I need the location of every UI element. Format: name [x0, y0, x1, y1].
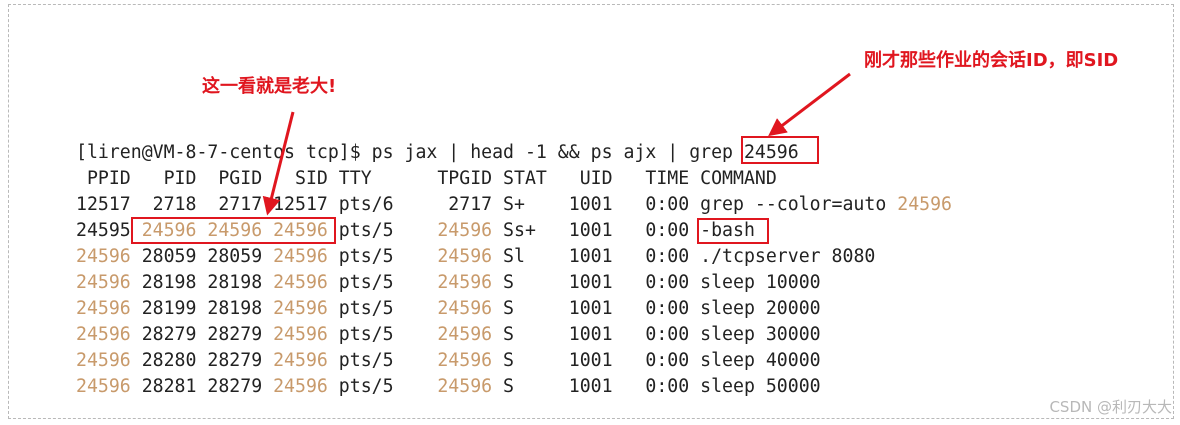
- row-text: 28059 28059: [130, 246, 274, 267]
- row-text: S 1001 0:00 sleep 50000: [492, 376, 821, 397]
- process-row: 24596 28059 28059 24596 pts/5 24596 Sl 1…: [76, 244, 875, 270]
- row-text: 28280 28279: [130, 350, 274, 371]
- highlighted-pid: 24596: [897, 194, 952, 215]
- highlighted-pid: 24596: [273, 324, 328, 345]
- command-prompt: [liren@VM-8-7-centos tcp]$ ps jax | head…: [76, 142, 744, 163]
- highlighted-pid: 24596: [273, 376, 328, 397]
- row-text: pts/5: [327, 350, 438, 371]
- process-row: 24596 28281 28279 24596 pts/5 24596 S 10…: [76, 374, 821, 400]
- row-text: pts/5: [327, 324, 438, 345]
- command-line: [liren@VM-8-7-centos tcp]$ ps jax | head…: [76, 140, 799, 166]
- row-text: pts/5: [327, 246, 438, 267]
- process-row: 24596 28279 28279 24596 pts/5 24596 S 10…: [76, 322, 821, 348]
- row-text: pts/5: [327, 220, 438, 241]
- highlighted-pid: 24596: [76, 350, 131, 371]
- ps-header-row: PPID PID PGID SID TTY TPGID STAT UID TIM…: [76, 168, 777, 189]
- command-arg-highlight-box: [741, 136, 819, 164]
- row-text: 12517 2718 2717 12517 pts/6 2717 S+ 1001…: [76, 194, 898, 215]
- highlighted-pid: 24596: [273, 298, 328, 319]
- process-row: 24596 28198 28198 24596 pts/5 24596 S 10…: [76, 270, 821, 296]
- highlighted-pid: 24596: [76, 376, 131, 397]
- highlighted-pid: 24596: [437, 350, 493, 371]
- highlighted-pid: 24596: [273, 272, 328, 293]
- row-text: 28198 28198: [130, 272, 274, 293]
- highlighted-pid: 24596: [437, 376, 493, 397]
- csdn-watermark: CSDN @利刃大大: [1049, 398, 1172, 416]
- highlighted-pid: 24596: [273, 246, 328, 267]
- highlighted-pid: 24596: [437, 324, 493, 345]
- highlighted-pid: 24596: [437, 220, 493, 241]
- highlighted-pid: 24596: [76, 298, 131, 319]
- row-text: pts/5: [327, 298, 438, 319]
- row-text: 28279 28279: [130, 324, 274, 345]
- highlighted-pid: 24596: [76, 324, 131, 345]
- highlighted-pid: 24596: [437, 272, 493, 293]
- row-text: S 1001 0:00 sleep 40000: [492, 350, 821, 371]
- process-row: 24596 28199 28198 24596 pts/5 24596 S 10…: [76, 296, 821, 322]
- process-row: 24596 28280 28279 24596 pts/5 24596 S 10…: [76, 348, 821, 374]
- highlighted-pid: 24596: [437, 246, 493, 267]
- sid-annotation: 刚才那些作业的会话ID，即SID: [864, 50, 1119, 71]
- highlighted-pid: 24596: [437, 298, 493, 319]
- highlighted-pid: 24596: [76, 246, 131, 267]
- row-text: S 1001 0:00 sleep 30000: [492, 324, 821, 345]
- row-text: pts/5: [327, 376, 438, 397]
- process-row: 12517 2718 2717 12517 pts/6 2717 S+ 1001…: [76, 192, 952, 218]
- row-text: S 1001 0:00 sleep 10000: [492, 272, 821, 293]
- highlighted-pid: 24596: [76, 272, 131, 293]
- row-text: 28281 28279: [130, 376, 274, 397]
- row-text: S 1001 0:00 sleep 20000: [492, 298, 821, 319]
- row-text: 28199 28198: [130, 298, 274, 319]
- row-text: Sl 1001 0:00 ./tcpserver 8080: [492, 246, 876, 267]
- bash-highlight-box: [697, 218, 769, 244]
- leader-annotation: 这一看就是老大!: [202, 76, 337, 97]
- row-text: pts/5: [327, 272, 438, 293]
- session-ids-highlight-box: [131, 217, 336, 244]
- highlighted-pid: 24596: [273, 350, 328, 371]
